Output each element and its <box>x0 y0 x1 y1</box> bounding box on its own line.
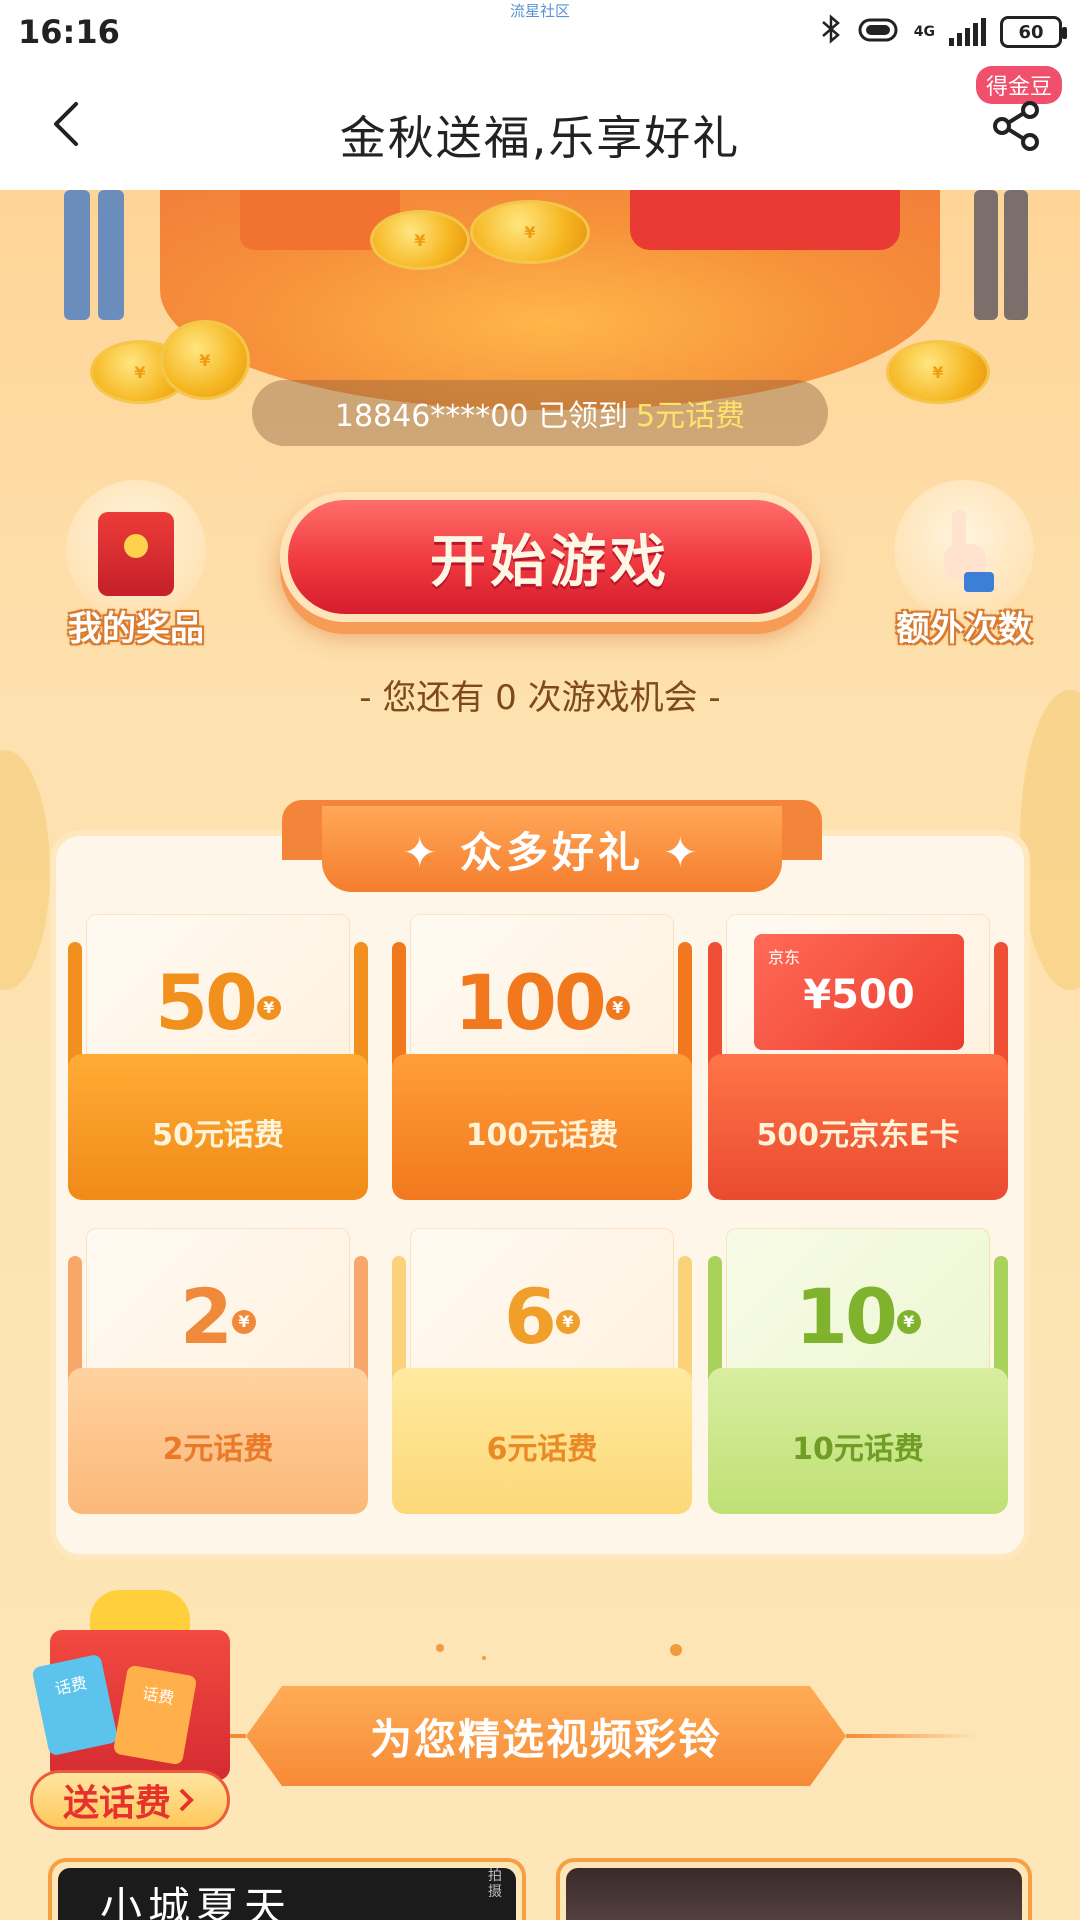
prize-label: 100元话费 <box>465 1118 619 1153</box>
prize-sleeve: 50元话费 <box>68 1054 368 1200</box>
prize-card-10[interactable]: 10 ¥ 10元话费 <box>708 1228 1008 1528</box>
prize-label: 500元京东E卡 <box>756 1118 960 1153</box>
prize-sleeve: 6元话费 <box>392 1368 692 1514</box>
video-tag: 拍摄 <box>488 1868 502 1900</box>
yen-icon: ¥ <box>605 996 630 1020</box>
winner-ticker: 18846****00 已领到 5元话费 <box>252 380 828 446</box>
my-prizes-label: 我的奖品 <box>68 609 204 649</box>
extra-times-button[interactable]: 额外次数 <box>884 480 1044 650</box>
ticker-prize: 5元话费 <box>636 399 746 434</box>
share-button[interactable] <box>986 96 1046 156</box>
nav-bar: 金秋送福,乐享好礼 得金豆 <box>0 64 1080 190</box>
yen-icon: ¥ <box>896 1310 921 1334</box>
coin-icon: ¥ <box>160 320 250 400</box>
coin-icon: ¥ <box>370 210 470 270</box>
chevron-right-icon <box>179 1788 194 1812</box>
prize-amount-value: 6 <box>504 1272 557 1361</box>
remaining-chances: - 您还有 0 次游戏机会 - <box>359 678 721 718</box>
prize-amount-value: 2 <box>180 1272 233 1361</box>
video-ringtone-banner: 为您精选视频彩铃 <box>246 1686 846 1786</box>
prize-label: 6元话费 <box>486 1432 598 1467</box>
yen-icon: ¥ <box>231 1310 256 1334</box>
prize-amount: 6 ¥ <box>392 1272 692 1361</box>
prize-label: 50元话费 <box>152 1118 284 1153</box>
prize-amount-value: 50 <box>155 958 258 1047</box>
prize-label: 2元话费 <box>162 1432 274 1467</box>
prize-amount: 100 ¥ <box>392 958 692 1047</box>
status-bar: 16:16 流星社区 4G 60 <box>0 0 1080 64</box>
prize-sleeve: 2元话费 <box>68 1368 368 1514</box>
yen-icon: ¥ <box>256 996 281 1020</box>
coin-icon: ¥ <box>470 200 590 264</box>
status-carrier: 流星社区 <box>509 2 570 20</box>
prize-card-jd-500[interactable]: 京东 ¥500 500元京东E卡 <box>708 914 1008 1214</box>
pointing-hand-icon <box>944 510 994 592</box>
prize-amount: 10 ¥ <box>708 1272 1008 1361</box>
start-game-button[interactable]: 开始游戏 <box>280 492 820 622</box>
page-title: 金秋送福,乐享好礼 <box>339 111 741 165</box>
yen-icon: ¥ <box>555 1310 580 1334</box>
hero-person-right <box>960 190 1040 340</box>
share-icon <box>993 101 1039 151</box>
ticker-text: 18846****00 已领到 <box>334 399 629 434</box>
jd-gift-card: 京东 ¥500 <box>754 934 964 1050</box>
video-thumbnail <box>566 1868 1022 1920</box>
wheat-decoration <box>0 750 50 990</box>
prize-card-50[interactable]: 50 ¥ 50元话费 <box>68 914 368 1214</box>
prize-amount-value: 10 <box>795 1272 898 1361</box>
coin-icon: ¥ <box>886 340 990 404</box>
hero-gift-box <box>630 190 900 250</box>
prize-label: 10元话费 <box>792 1432 924 1467</box>
prize-card-2[interactable]: 2 ¥ 2元话费 <box>68 1228 368 1528</box>
prize-amount: 2 ¥ <box>68 1272 368 1361</box>
jd-logo: 京东 <box>768 948 801 967</box>
battery-icon: 60 <box>1000 16 1067 48</box>
my-prizes-button[interactable]: 我的奖品 <box>56 480 216 650</box>
banner-line <box>846 1734 976 1738</box>
prize-sleeve: 10元话费 <box>708 1368 1008 1514</box>
prize-panel: ✦ 众多好礼 ✦ 50 ¥ 50元话费 100 ¥ 100元话费 京东 ¥500… <box>50 800 1030 1560</box>
send-credit-button[interactable]: 送话费 <box>30 1770 230 1830</box>
send-credit-label: 送话费 <box>62 1783 171 1824</box>
panel-banner: ✦ 众多好礼 ✦ <box>322 806 782 892</box>
prize-card-100[interactable]: 100 ¥ 100元话费 <box>392 914 692 1214</box>
send-credit-widget[interactable]: 话费 话费 送话费 <box>20 1590 250 1830</box>
prize-sleeve: 500元京东E卡 <box>708 1054 1008 1200</box>
signal-icon <box>949 18 986 46</box>
prize-sleeve: 100元话费 <box>392 1054 692 1200</box>
hero-person-left <box>56 190 136 340</box>
panel-title: ✦ 众多好礼 ✦ <box>402 827 702 877</box>
prize-card-6[interactable]: 6 ¥ 6元话费 <box>392 1228 692 1528</box>
extra-times-label: 额外次数 <box>896 609 1032 649</box>
video-card[interactable] <box>556 1858 1032 1920</box>
jd-card-value: ¥500 <box>803 972 915 1018</box>
video-card[interactable]: 小城夏天 拍摄 <box>48 1858 526 1920</box>
prize-amount-value: 100 <box>454 958 607 1047</box>
activity-content: ¥ ¥ ¥ ¥ ¥ 18846****00 已领到 5元话费 我的奖品 开始游戏… <box>0 190 1080 1920</box>
start-game-label: 开始游戏 <box>430 529 670 595</box>
red-envelope-icon <box>98 512 174 596</box>
video-title: 小城夏天 <box>100 1883 293 1920</box>
prize-amount: 50 ¥ <box>68 958 368 1047</box>
network-type: 4G <box>913 24 935 40</box>
video-section-title: 为您精选视频彩铃 <box>369 1714 722 1764</box>
